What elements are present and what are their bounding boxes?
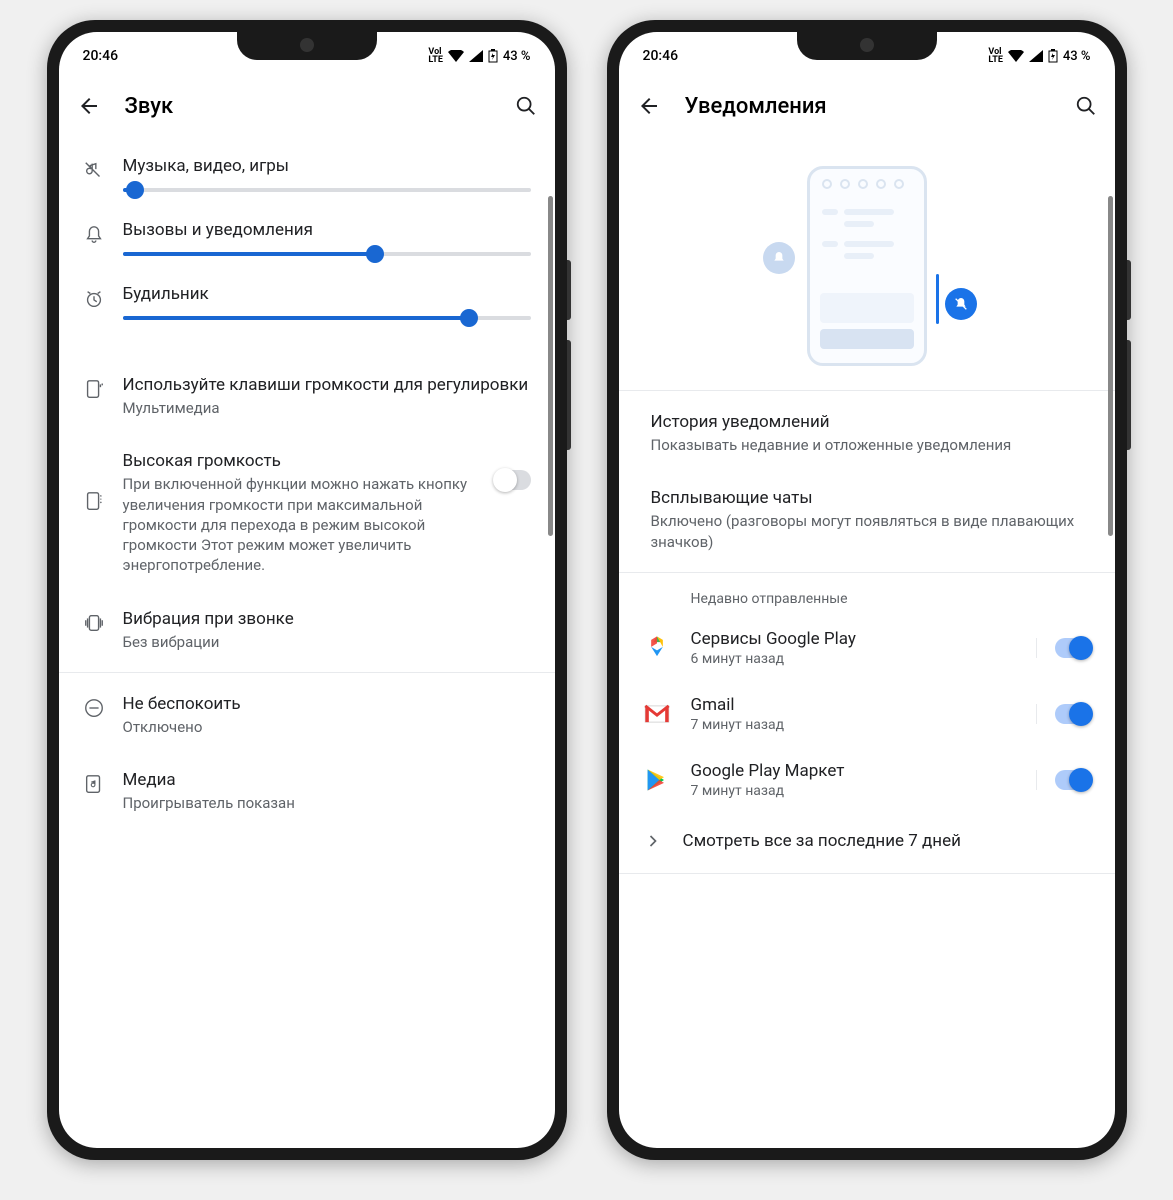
dnd-icon	[83, 693, 107, 719]
app-toggle[interactable]	[1055, 638, 1091, 658]
vibration-setting[interactable]: Вибрация при звонке Без вибрации	[59, 592, 555, 668]
history-setting[interactable]: История уведомлений Показывать недавние …	[619, 395, 1115, 471]
divider	[59, 672, 555, 673]
volume-keys-setting[interactable]: Используйте клавиши громкости для регули…	[59, 358, 555, 434]
bell-off-badge-icon	[945, 288, 977, 320]
app-time: 6 минут назад	[691, 651, 1016, 667]
app-bar: Звук	[59, 76, 555, 136]
see-all-label: Смотреть все за последние 7 дней	[683, 831, 961, 851]
search-button[interactable]	[1075, 95, 1097, 117]
volte-icon: VolLTE	[988, 48, 1003, 64]
app-name: Сервисы Google Play	[691, 629, 1016, 649]
back-button[interactable]	[77, 94, 101, 118]
ring-volume-label: Вызовы и уведомления	[123, 220, 531, 240]
media-mute-icon	[83, 156, 107, 182]
arrow-left-icon	[77, 94, 101, 118]
app-toggle[interactable]	[1055, 704, 1091, 724]
ring-volume-slider[interactable]	[123, 252, 531, 256]
alarm-volume-row: Будильник	[83, 284, 531, 320]
high-volume-sub: При включенной функции можно нажать кноп…	[123, 474, 479, 575]
chevron-right-icon	[643, 831, 663, 851]
high-volume-title: Высокая громкость	[123, 450, 479, 472]
notch	[797, 32, 937, 60]
battery-percent: 43 %	[503, 49, 531, 64]
notification-illustration	[619, 136, 1115, 386]
bubbles-setting[interactable]: Всплывающие чаты Включено (разговоры мог…	[619, 471, 1115, 568]
battery-icon	[488, 49, 498, 63]
media-player-setting[interactable]: Медиа Проигрыватель показан	[59, 753, 555, 829]
power-button	[1127, 340, 1131, 450]
high-volume-toggle[interactable]	[495, 470, 531, 490]
wifi-icon	[1008, 50, 1024, 62]
scrollbar[interactable]	[1108, 196, 1113, 536]
history-sub: Показывать недавние и отложенные уведомл…	[651, 435, 1091, 455]
vibration-icon	[83, 608, 107, 634]
media-player-sub: Проигрыватель показан	[123, 793, 531, 813]
status-time: 20:46	[83, 48, 119, 64]
arrow-left-icon	[637, 94, 661, 118]
media-volume-slider[interactable]	[123, 188, 531, 192]
media-volume-row: Музыка, видео, игры	[83, 156, 531, 192]
page-title: Уведомления	[685, 94, 1051, 119]
volume-keys-sub: Мультимедиа	[123, 398, 531, 418]
high-volume-setting[interactable]: Высокая громкость При включенной функции…	[59, 434, 555, 591]
volume-button	[1127, 260, 1131, 320]
back-button[interactable]	[637, 94, 661, 118]
volte-icon: VolLTE	[428, 48, 443, 64]
volume-button	[567, 260, 571, 320]
battery-percent: 43 %	[1063, 49, 1091, 64]
app-bar: Уведомления	[619, 76, 1115, 136]
divider	[619, 572, 1115, 573]
alarm-volume-label: Будильник	[123, 284, 531, 304]
alarm-icon	[83, 284, 107, 310]
bell-icon	[83, 220, 107, 246]
phone-right: 20:46 VolLTE 43 % Уведомления	[607, 20, 1127, 1160]
media-player-title: Медиа	[123, 769, 531, 791]
app-row-play-market[interactable]: Google Play Маркет 7 минут назад	[619, 747, 1115, 813]
divider	[619, 390, 1115, 391]
phone-left: 20:46 VolLTE 43 % Звук	[47, 20, 567, 1160]
dnd-setting[interactable]: Не беспокоить Отключено	[59, 677, 555, 753]
history-title: История уведомлений	[651, 411, 1091, 433]
search-button[interactable]	[515, 95, 537, 117]
signal-icon	[469, 50, 483, 62]
google-play-services-icon	[643, 634, 671, 662]
dnd-title: Не беспокоить	[123, 693, 531, 715]
alarm-volume-slider[interactable]	[123, 316, 531, 320]
bell-badge-icon	[763, 242, 795, 274]
divider	[619, 873, 1115, 874]
app-row-gplay-services[interactable]: Сервисы Google Play 6 минут назад	[619, 615, 1115, 681]
app-time: 7 минут назад	[691, 783, 1016, 799]
vibration-sub: Без вибрации	[123, 632, 531, 652]
wifi-icon	[448, 50, 464, 62]
volume-keys-title: Используйте клавиши громкости для регули…	[123, 374, 531, 396]
app-name: Google Play Маркет	[691, 761, 1016, 781]
media-volume-label: Музыка, видео, игры	[123, 156, 531, 176]
bubbles-title: Всплывающие чаты	[651, 487, 1091, 509]
play-market-icon	[643, 766, 671, 794]
app-toggle[interactable]	[1055, 770, 1091, 790]
vibration-title: Вибрация при звонке	[123, 608, 531, 630]
search-icon	[1075, 95, 1097, 117]
ring-volume-row: Вызовы и уведомления	[83, 220, 531, 256]
recent-apps-header: Недавно отправленные	[619, 577, 1115, 615]
page-title: Звук	[125, 94, 491, 119]
power-button	[567, 340, 571, 450]
scrollbar[interactable]	[548, 196, 553, 536]
see-all-row[interactable]: Смотреть все за последние 7 дней	[619, 813, 1115, 869]
app-name: Gmail	[691, 695, 1016, 715]
gmail-icon	[643, 700, 671, 728]
bubbles-sub: Включено (разговоры могут появляться в в…	[651, 511, 1091, 552]
status-time: 20:46	[643, 48, 679, 64]
phone-volume-icon	[83, 374, 107, 400]
app-time: 7 минут назад	[691, 717, 1016, 733]
notch	[237, 32, 377, 60]
search-icon	[515, 95, 537, 117]
phone-loud-icon	[83, 450, 107, 512]
signal-icon	[1029, 50, 1043, 62]
dnd-sub: Отключено	[123, 717, 531, 737]
app-row-gmail[interactable]: Gmail 7 минут назад	[619, 681, 1115, 747]
battery-icon	[1048, 49, 1058, 63]
music-file-icon	[83, 769, 107, 795]
